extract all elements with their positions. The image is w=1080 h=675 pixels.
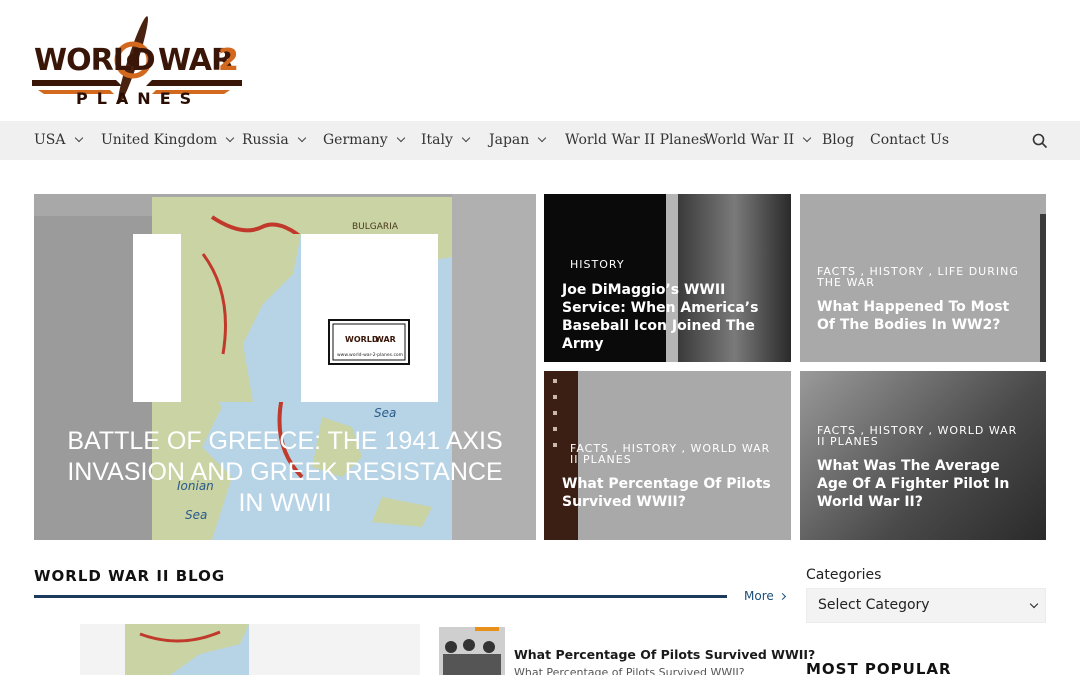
chevron-down-icon <box>461 133 471 143</box>
site-header: WORLD WAR 2 PLANES <box>0 0 1080 121</box>
nav-label: World War II Planes <box>565 132 707 148</box>
post-card[interactable]: FACTS , HISTORY , LIFE DURING THE WAR Wh… <box>800 194 1046 362</box>
main-nav: USA United Kingdom Russia Germany Italy … <box>0 121 1080 160</box>
section-divider <box>34 595 727 598</box>
card-categories[interactable]: FACTS , HISTORY , WORLD WAR II PLANES <box>570 443 780 465</box>
chevron-down-icon <box>1029 599 1039 609</box>
nav-label: Japan <box>489 132 530 148</box>
post-card[interactable]: FACTS , HISTORY , WORLD WAR II PLANES Wh… <box>544 371 791 540</box>
card-categories[interactable]: HISTORY <box>570 259 625 270</box>
chevron-down-icon <box>225 133 235 143</box>
post-title[interactable]: What Percentage Of Pilots Survived WWII? <box>514 647 815 662</box>
svg-text:Sea: Sea <box>374 406 396 420</box>
nav-item-blog[interactable]: Blog <box>822 121 854 160</box>
post-card[interactable]: HISTORY Joe DiMaggio’s WWII Service: Whe… <box>544 194 791 362</box>
inset-map-image: WORLD WAR www.world-war-2-planes.com <box>181 234 410 402</box>
card-categories[interactable]: FACTS , HISTORY , WORLD WAR II PLANES <box>817 425 1027 447</box>
svg-text:PLANES: PLANES <box>76 89 200 108</box>
post-thumbnail[interactable] <box>439 627 505 675</box>
svg-text:WORLD: WORLD <box>345 335 379 344</box>
nav-label: Contact Us <box>870 132 950 148</box>
chevron-down-icon <box>297 133 307 143</box>
svg-text:WORLD: WORLD <box>34 43 155 78</box>
card-image <box>1040 214 1046 362</box>
categories-label: Categories <box>806 567 882 583</box>
nav-item-usa[interactable]: USA <box>34 121 83 160</box>
site-logo[interactable]: WORLD WAR 2 PLANES <box>30 14 246 110</box>
hero-featured-post[interactable]: BULGARIA Sea Ionian Sea WORLD WAR www.wo… <box>34 194 536 540</box>
hero-title[interactable]: BATTLE OF GREECE: THE 1941 AXIS INVASION… <box>54 426 516 519</box>
greece-map-image <box>125 624 249 675</box>
more-label: More <box>744 589 774 603</box>
nav-label: Germany <box>323 132 388 148</box>
chevron-down-icon <box>396 133 405 143</box>
nav-label: USA <box>34 132 66 148</box>
nav-label: United Kingdom <box>101 132 218 148</box>
nav-item-germany[interactable]: Germany <box>323 121 405 160</box>
svg-text:WAR: WAR <box>375 335 396 344</box>
more-link[interactable]: More <box>744 589 786 603</box>
post-thumbnail[interactable] <box>80 624 420 675</box>
card-title[interactable]: Joe DiMaggio’s WWII Service: When Americ… <box>562 281 784 353</box>
most-popular-heading: MOST POPULAR <box>806 660 952 675</box>
post-excerpt: What Percentage of Pilots Survived WWII? <box>514 666 745 675</box>
nav-label: Italy <box>421 132 453 148</box>
svg-text:www.world-war-2-planes.com: www.world-war-2-planes.com <box>337 352 403 358</box>
nav-item-contact-us[interactable]: Contact Us <box>870 121 949 160</box>
blog-section-heading: WORLD WAR II BLOG <box>34 567 226 585</box>
nav-item-united-kingdom[interactable]: United Kingdom <box>101 121 235 160</box>
nav-label: Blog <box>822 132 855 148</box>
nav-item-world-war-ii-planes[interactable]: World War II Planes <box>565 121 706 160</box>
nav-item-russia[interactable]: Russia <box>242 121 307 160</box>
svg-text:2: 2 <box>218 43 239 78</box>
nav-label: Russia <box>242 132 289 148</box>
nav-item-italy[interactable]: Italy <box>421 121 471 160</box>
chevron-down-icon <box>802 133 812 143</box>
nav-label: World War II <box>704 132 795 148</box>
nav-item-japan[interactable]: Japan <box>489 121 547 160</box>
card-title[interactable]: What Happened To Most Of The Bodies In W… <box>817 298 1027 334</box>
select-value: Select Category <box>818 597 930 613</box>
pilots-photo <box>439 627 505 675</box>
nav-item-world-war-ii[interactable]: World War II <box>704 121 812 160</box>
post-card[interactable]: FACTS , HISTORY , WORLD WAR II PLANES Wh… <box>800 371 1046 540</box>
card-title[interactable]: What Percentage Of Pilots Survived WWII? <box>562 475 784 511</box>
chevron-right-icon <box>778 592 786 601</box>
chevron-down-icon <box>538 133 547 143</box>
card-categories[interactable]: FACTS , HISTORY , LIFE DURING THE WAR <box>817 266 1027 288</box>
svg-text:BULGARIA: BULGARIA <box>352 222 399 232</box>
chevron-down-icon <box>74 133 83 143</box>
search-icon[interactable] <box>1032 133 1048 149</box>
category-select[interactable]: Select Category <box>806 588 1046 623</box>
card-title[interactable]: What Was The Average Age Of A Fighter Pi… <box>817 457 1032 511</box>
card-image <box>553 379 557 459</box>
hero-inset-image: WORLD WAR www.world-war-2-planes.com <box>133 234 438 402</box>
